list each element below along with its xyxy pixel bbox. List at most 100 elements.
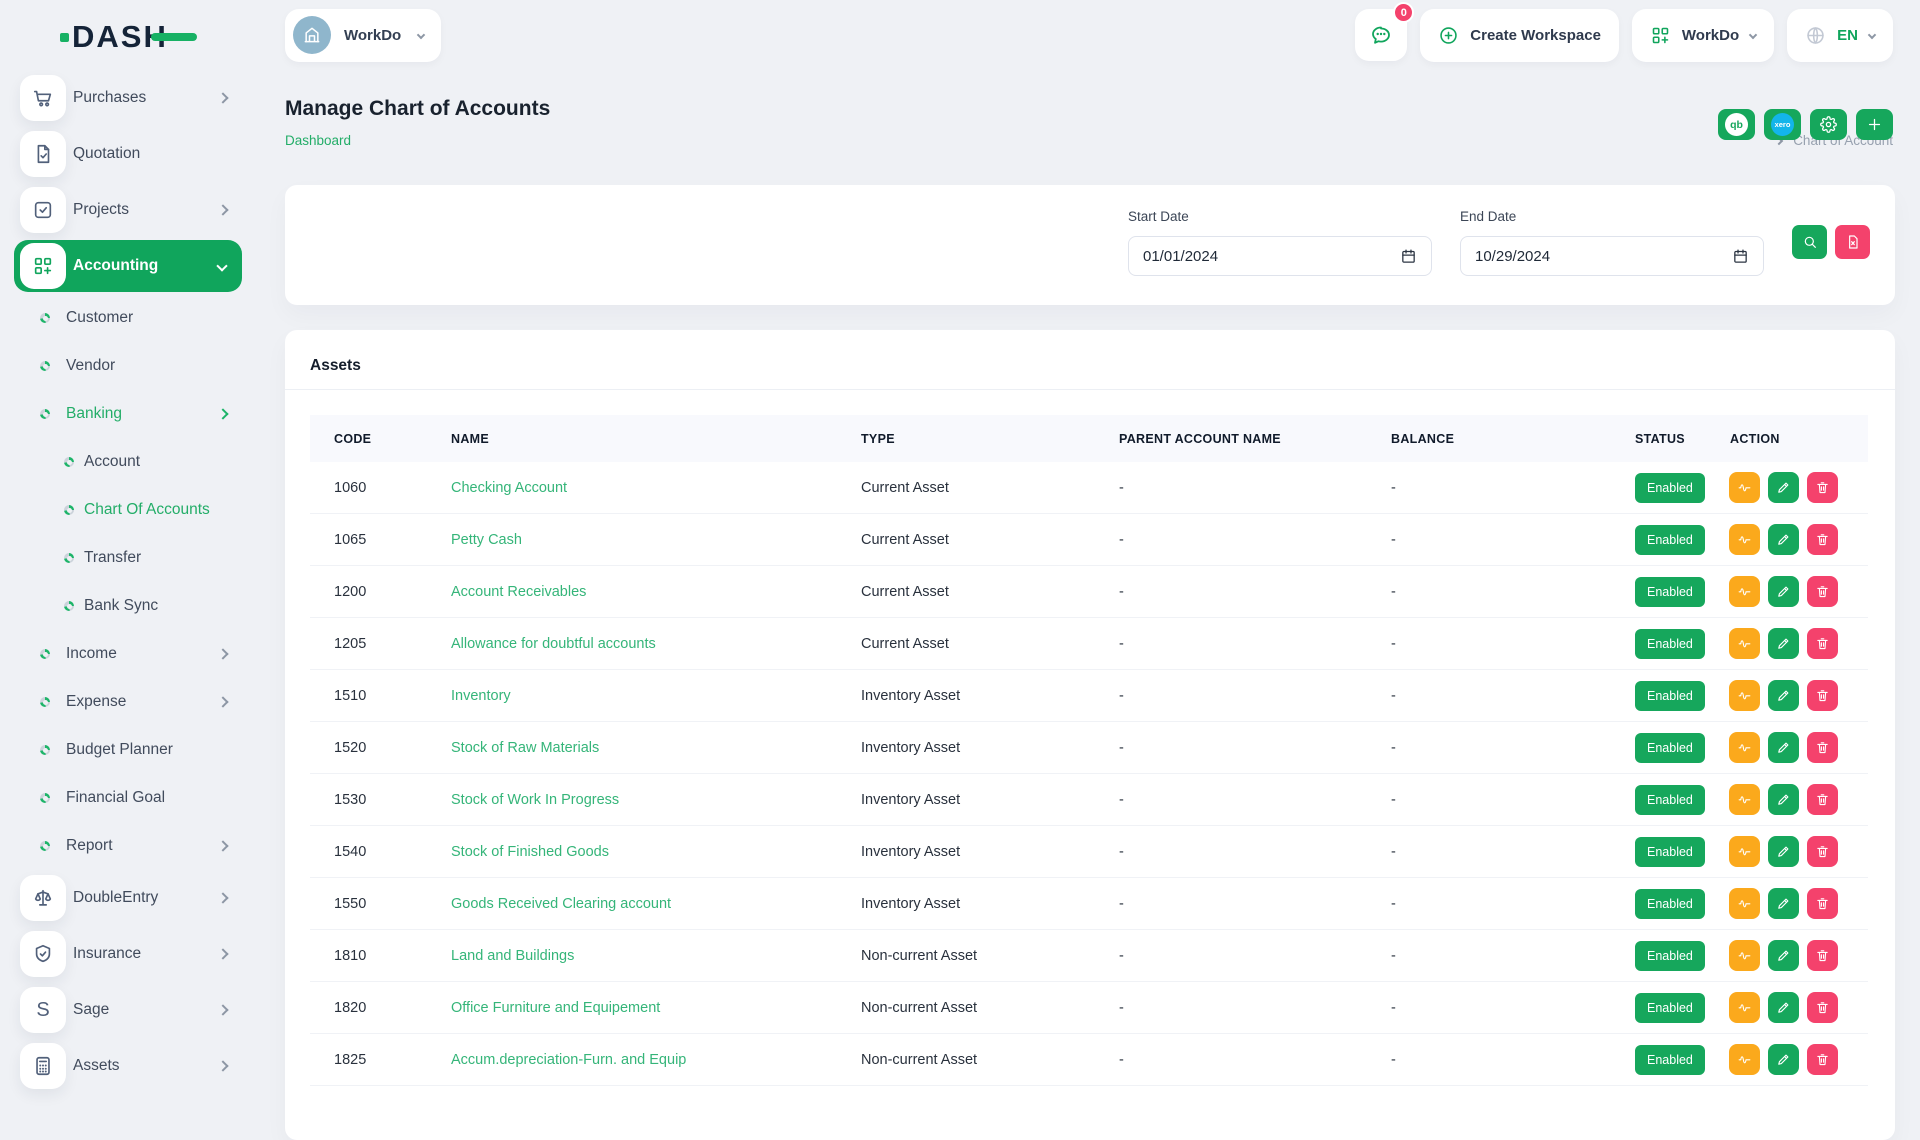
- delete-button[interactable]: [1807, 1044, 1838, 1075]
- sidebar-item-bank-sync[interactable]: Bank Sync: [0, 582, 265, 630]
- account-name-link[interactable]: Checking Account: [451, 480, 567, 496]
- activity-button[interactable]: [1729, 472, 1760, 503]
- sidebar-item-vendor[interactable]: Vendor: [0, 342, 265, 390]
- reset-filter-button[interactable]: [1835, 225, 1870, 259]
- apply-filter-button[interactable]: [1792, 225, 1827, 259]
- create-workspace-button[interactable]: Create Workspace: [1420, 9, 1619, 62]
- delete-button[interactable]: [1807, 940, 1838, 971]
- activity-button[interactable]: [1729, 1044, 1760, 1075]
- start-date-input[interactable]: 01/01/2024: [1128, 236, 1432, 276]
- dash-logo[interactable]: DASH: [60, 16, 197, 58]
- edit-button[interactable]: [1768, 888, 1799, 919]
- end-date-input[interactable]: 10/29/2024: [1460, 236, 1764, 276]
- edit-button[interactable]: [1768, 680, 1799, 711]
- activity-button[interactable]: [1729, 628, 1760, 659]
- cell-code: 1820: [310, 1000, 427, 1016]
- sidebar-item-purchases[interactable]: Purchases: [0, 70, 265, 126]
- sidebar-item-insurance[interactable]: Insurance: [0, 926, 265, 982]
- sidebar-item-expense[interactable]: Expense: [0, 678, 265, 726]
- edit-button[interactable]: [1768, 836, 1799, 867]
- workspace-selector[interactable]: WorkDo: [285, 9, 441, 62]
- sidebar-item-projects[interactable]: Projects: [0, 182, 265, 238]
- account-name-link[interactable]: Land and Buildings: [451, 948, 574, 964]
- activity-button[interactable]: [1729, 836, 1760, 867]
- delete-button[interactable]: [1807, 628, 1838, 659]
- app-switcher-dropdown[interactable]: WorkDo: [1632, 9, 1774, 62]
- sidebar-item-label: Account: [84, 453, 140, 471]
- account-name-link[interactable]: Stock of Raw Materials: [451, 740, 599, 756]
- sidebar-item-financial-goal[interactable]: Financial Goal: [0, 774, 265, 822]
- cell-code: 1065: [310, 532, 427, 548]
- sidebar-item-transfer[interactable]: Transfer: [0, 534, 265, 582]
- activity-button[interactable]: [1729, 732, 1760, 763]
- account-type: Inventory Asset: [861, 792, 960, 808]
- messages-button[interactable]: 0: [1355, 9, 1407, 61]
- activity-button[interactable]: [1729, 680, 1760, 711]
- sidebar-item-report[interactable]: Report: [0, 822, 265, 870]
- sidebar-item-label: Customer: [66, 309, 133, 327]
- edit-button[interactable]: [1768, 1044, 1799, 1075]
- workspace-avatar: [293, 16, 331, 54]
- sidebar-item-quotation[interactable]: Quotation: [0, 126, 265, 182]
- quickbooks-button[interactable]: qb: [1718, 109, 1755, 140]
- chevron-right-icon: [217, 948, 228, 959]
- sidebar-item-label: Financial Goal: [66, 789, 165, 807]
- account-name-link[interactable]: Allowance for doubtful accounts: [451, 636, 656, 652]
- calendar-icon[interactable]: [1732, 248, 1749, 265]
- activity-button[interactable]: [1729, 784, 1760, 815]
- reset-filter-icon: [1845, 234, 1861, 250]
- delete-button[interactable]: [1807, 524, 1838, 555]
- account-name-link[interactable]: Accum.depreciation-Furn. and Equip: [451, 1052, 686, 1068]
- bullet-icon: [40, 745, 50, 755]
- delete-button[interactable]: [1807, 836, 1838, 867]
- language-dropdown[interactable]: EN: [1787, 9, 1893, 62]
- edit-button[interactable]: [1768, 732, 1799, 763]
- chevron-down-icon: [1868, 31, 1876, 39]
- sidebar-item-doubleentry[interactable]: DoubleEntry: [0, 870, 265, 926]
- account-name-link[interactable]: Account Receivables: [451, 584, 586, 600]
- sidebar-item-budget-planner[interactable]: Budget Planner: [0, 726, 265, 774]
- breadcrumb: Dashboard Chart of Account: [285, 133, 1893, 148]
- add-account-button[interactable]: [1856, 109, 1893, 140]
- account-name-link[interactable]: Petty Cash: [451, 532, 522, 548]
- sidebar-item-sage[interactable]: SSage: [0, 982, 265, 1038]
- breadcrumb-dashboard-link[interactable]: Dashboard: [285, 133, 351, 148]
- delete-button[interactable]: [1807, 992, 1838, 1023]
- sidebar-item-assets[interactable]: Assets: [0, 1038, 265, 1094]
- account-name-link[interactable]: Goods Received Clearing account: [451, 896, 671, 912]
- edit-button[interactable]: [1768, 524, 1799, 555]
- edit-button[interactable]: [1768, 628, 1799, 659]
- edit-button[interactable]: [1768, 940, 1799, 971]
- chevron-down-icon: [216, 260, 227, 271]
- activity-button[interactable]: [1729, 576, 1760, 607]
- delete-button[interactable]: [1807, 680, 1838, 711]
- sidebar-item-account[interactable]: Account: [0, 438, 265, 486]
- settings-button[interactable]: [1810, 109, 1847, 140]
- activity-button[interactable]: [1729, 940, 1760, 971]
- delete-button[interactable]: [1807, 576, 1838, 607]
- account-name-link[interactable]: Stock of Work In Progress: [451, 792, 619, 808]
- edit-button[interactable]: [1768, 784, 1799, 815]
- sidebar-item-chart-of-accounts[interactable]: Chart Of Accounts: [0, 486, 265, 534]
- edit-button[interactable]: [1768, 992, 1799, 1023]
- delete-button[interactable]: [1807, 888, 1838, 919]
- activity-button[interactable]: [1729, 888, 1760, 919]
- account-name-link[interactable]: Office Furniture and Equipement: [451, 1000, 660, 1016]
- delete-button[interactable]: [1807, 732, 1838, 763]
- xero-icon: xero: [1771, 113, 1794, 136]
- edit-button[interactable]: [1768, 576, 1799, 607]
- edit-button[interactable]: [1768, 472, 1799, 503]
- xero-button[interactable]: xero: [1764, 109, 1801, 140]
- delete-button[interactable]: [1807, 472, 1838, 503]
- account-name-link[interactable]: Inventory: [451, 688, 511, 704]
- activity-button[interactable]: [1729, 524, 1760, 555]
- sidebar-item-income[interactable]: Income: [0, 630, 265, 678]
- account-name-link[interactable]: Stock of Finished Goods: [451, 844, 609, 860]
- activity-button[interactable]: [1729, 992, 1760, 1023]
- sidebar-item-banking[interactable]: Banking: [0, 390, 265, 438]
- account-type: Non-current Asset: [861, 1052, 977, 1068]
- sidebar-item-accounting[interactable]: Accounting: [14, 240, 242, 292]
- calendar-icon[interactable]: [1400, 248, 1417, 265]
- delete-button[interactable]: [1807, 784, 1838, 815]
- sidebar-item-customer[interactable]: Customer: [0, 294, 265, 342]
